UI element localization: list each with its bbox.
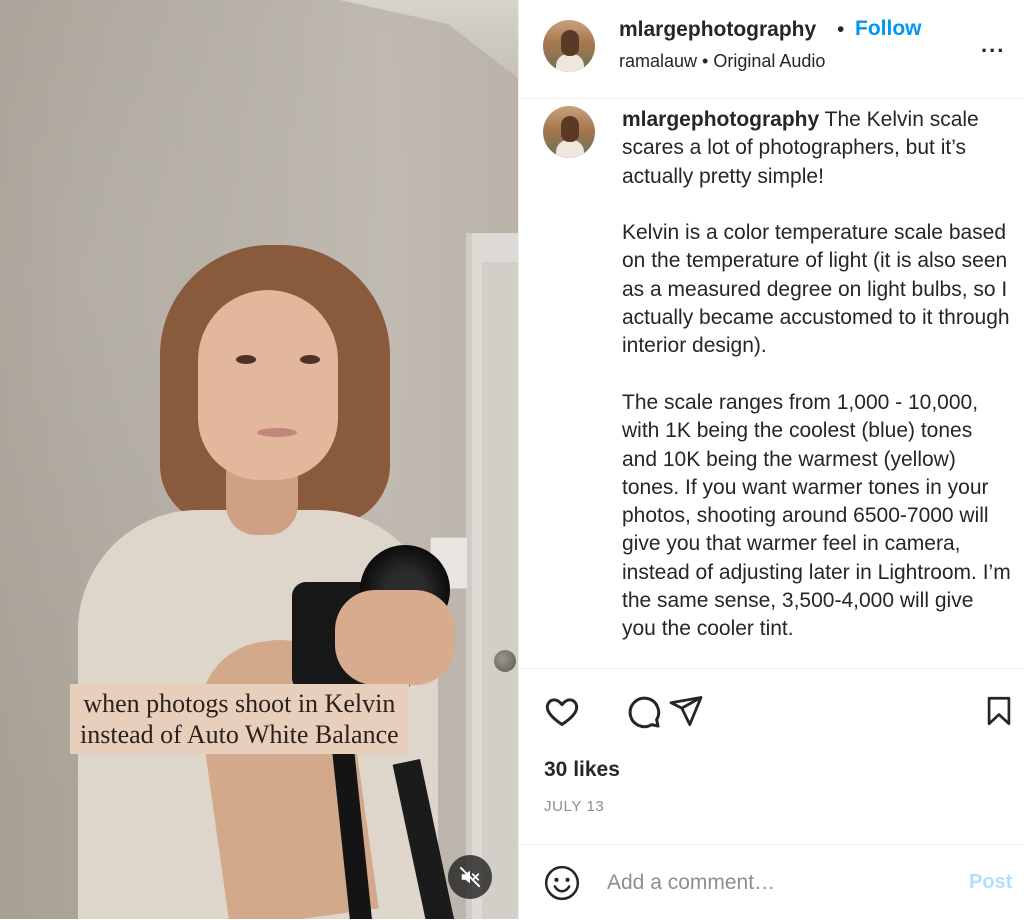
more-options-icon[interactable]: ... (981, 32, 1005, 58)
avatar[interactable] (543, 20, 595, 72)
door-knob (494, 650, 516, 672)
post-date[interactable]: JULY 13 (544, 798, 604, 815)
overlay-line-2: instead of Auto White Balance (80, 720, 399, 749)
caption-username[interactable]: mlargephotography (622, 108, 819, 131)
person-hand (335, 590, 455, 685)
person-eye-right (300, 355, 320, 364)
comment-input[interactable] (605, 866, 949, 900)
post-comment-button[interactable]: Post (969, 871, 1012, 894)
likes-count[interactable]: 30 likes (544, 758, 620, 782)
person-eye-left (236, 355, 256, 364)
caption-text: mlargephotography The Kelvin scale scare… (622, 106, 1012, 667)
person-lips (257, 428, 297, 437)
like-button[interactable] (542, 691, 582, 731)
heart-icon (545, 698, 579, 726)
post-view: when photogs shoot in Kelvin instead of … (0, 0, 1024, 919)
share-button[interactable] (666, 691, 706, 731)
video-text-overlay: when photogs shoot in Kelvin instead of … (70, 684, 409, 754)
avatar[interactable] (543, 106, 595, 158)
comment-icon (628, 696, 661, 729)
overlay-line-1: when photogs shoot in Kelvin (83, 689, 396, 718)
caption-section: mlargephotography The Kelvin scale scare… (519, 99, 1024, 667)
caption-paragraph: The scale ranges from 1,000 - 10,000, wi… (622, 390, 1011, 641)
speaker-muted-icon (459, 866, 481, 888)
separator: • (837, 18, 845, 41)
follow-button[interactable]: Follow (855, 17, 922, 41)
share-icon (669, 696, 703, 726)
reel-video[interactable]: when photogs shoot in Kelvin instead of … (0, 0, 518, 919)
comment-button[interactable] (623, 691, 663, 731)
bookmark-icon (987, 696, 1011, 726)
save-button[interactable] (979, 691, 1019, 731)
post-panel: mlargephotography • Follow ramalauw • Or… (518, 0, 1024, 919)
action-bar: 30 likes JULY 13 Post (519, 668, 1024, 919)
caption-paragraph: Kelvin is a color temperature scale base… (622, 221, 1010, 358)
audio-link[interactable]: ramalauw • Original Audio (619, 51, 825, 72)
comment-bar: Post (519, 844, 1024, 920)
mute-button[interactable] (448, 855, 492, 899)
username-link[interactable]: mlargephotography (619, 18, 816, 42)
emoji-icon (544, 865, 580, 901)
person-face (198, 290, 338, 480)
post-header: mlargephotography • Follow ramalauw • Or… (519, 0, 1024, 99)
emoji-button[interactable] (542, 863, 582, 903)
door (482, 262, 518, 919)
